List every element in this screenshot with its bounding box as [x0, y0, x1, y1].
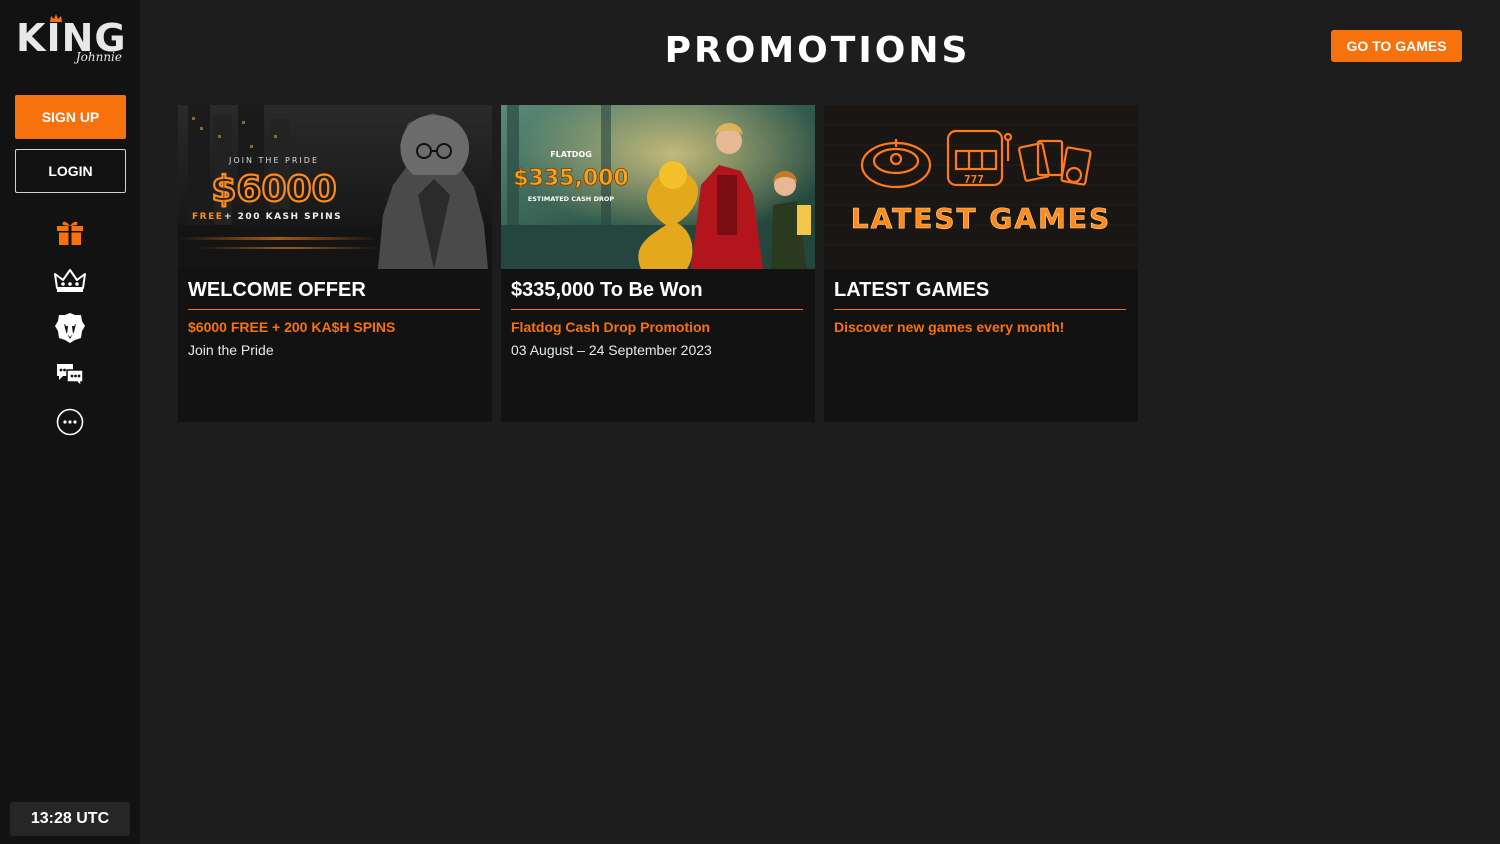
- sidebar: KING Johnnie SIGN UP LOGIN 13:28 UTC: [0, 0, 140, 844]
- promo-banner-latest-games: 777 LATEST GAMES: [824, 105, 1138, 269]
- banner-slot: 777: [964, 173, 984, 186]
- promo-subtitle: $6000 FREE + 200 KA$H SPINS: [188, 319, 396, 335]
- promo-card-welcome-offer[interactable]: JOIN THE PRIDE $6000 FREE + 200 KASH SPI…: [178, 105, 492, 422]
- banner-kicker: JOIN THE PRIDE: [228, 156, 319, 165]
- utc-clock: 13:28 UTC: [10, 802, 130, 836]
- banner-brand: FLATDOG: [550, 150, 592, 159]
- promo-banner-flatdog-cash-drop: FLATDOG $335,000 ESTIMATED CASH DROP: [501, 105, 815, 269]
- logo-subtext: Johnnie: [75, 50, 122, 64]
- more-icon: [56, 408, 84, 436]
- banner-line2: + 200 KASH SPINS: [224, 212, 342, 222]
- promo-description: Join the Pride: [188, 342, 274, 358]
- promo-card-latest-games[interactable]: 777 LATEST GAMES LATEST GAMES Discover n…: [824, 105, 1138, 422]
- promotions-nav[interactable]: [54, 217, 86, 249]
- gift-icon: [57, 221, 83, 245]
- banner-headline: LATEST GAMES: [851, 202, 1111, 235]
- banner-caption: ESTIMATED CASH DROP: [528, 195, 615, 203]
- banner-line1: FREE: [192, 212, 223, 222]
- vip-nav[interactable]: [54, 265, 86, 297]
- pride-nav[interactable]: [54, 312, 86, 344]
- crown-icon: [54, 269, 86, 292]
- more-nav[interactable]: [54, 406, 86, 438]
- support-nav[interactable]: [54, 360, 86, 392]
- lion-icon: [55, 313, 85, 343]
- banner-amount: $6000: [211, 169, 336, 210]
- promo-card-flatdog-cash-drop[interactable]: FLATDOG $335,000 ESTIMATED CASH DROP $33…: [501, 105, 815, 422]
- page-title-text: PROMOTIONS: [664, 30, 971, 71]
- promo-description: 03 August – 24 September 2023: [511, 342, 712, 358]
- promo-banner-welcome-offer: JOIN THE PRIDE $6000 FREE + 200 KASH SPI…: [178, 105, 492, 269]
- go-to-games-button[interactable]: GO TO GAMES: [1331, 30, 1462, 62]
- promo-subtitle: Flatdog Cash Drop Promotion: [511, 319, 711, 335]
- king-johnnie-logo[interactable]: KING Johnnie: [16, 14, 126, 70]
- sign-up-button[interactable]: SIGN UP: [15, 95, 126, 139]
- promo-title: WELCOME OFFER: [188, 279, 480, 310]
- promo-title: LATEST GAMES: [834, 279, 1126, 310]
- page-title: PROMOTIONS: [140, 30, 1500, 71]
- login-button[interactable]: LOGIN: [15, 149, 126, 193]
- promo-title: $335,000 To Be Won: [511, 279, 803, 310]
- chat-icon: [57, 364, 84, 388]
- promo-subtitle: Discover new games every month!: [834, 319, 1065, 335]
- banner-amount: $335,000: [513, 166, 629, 191]
